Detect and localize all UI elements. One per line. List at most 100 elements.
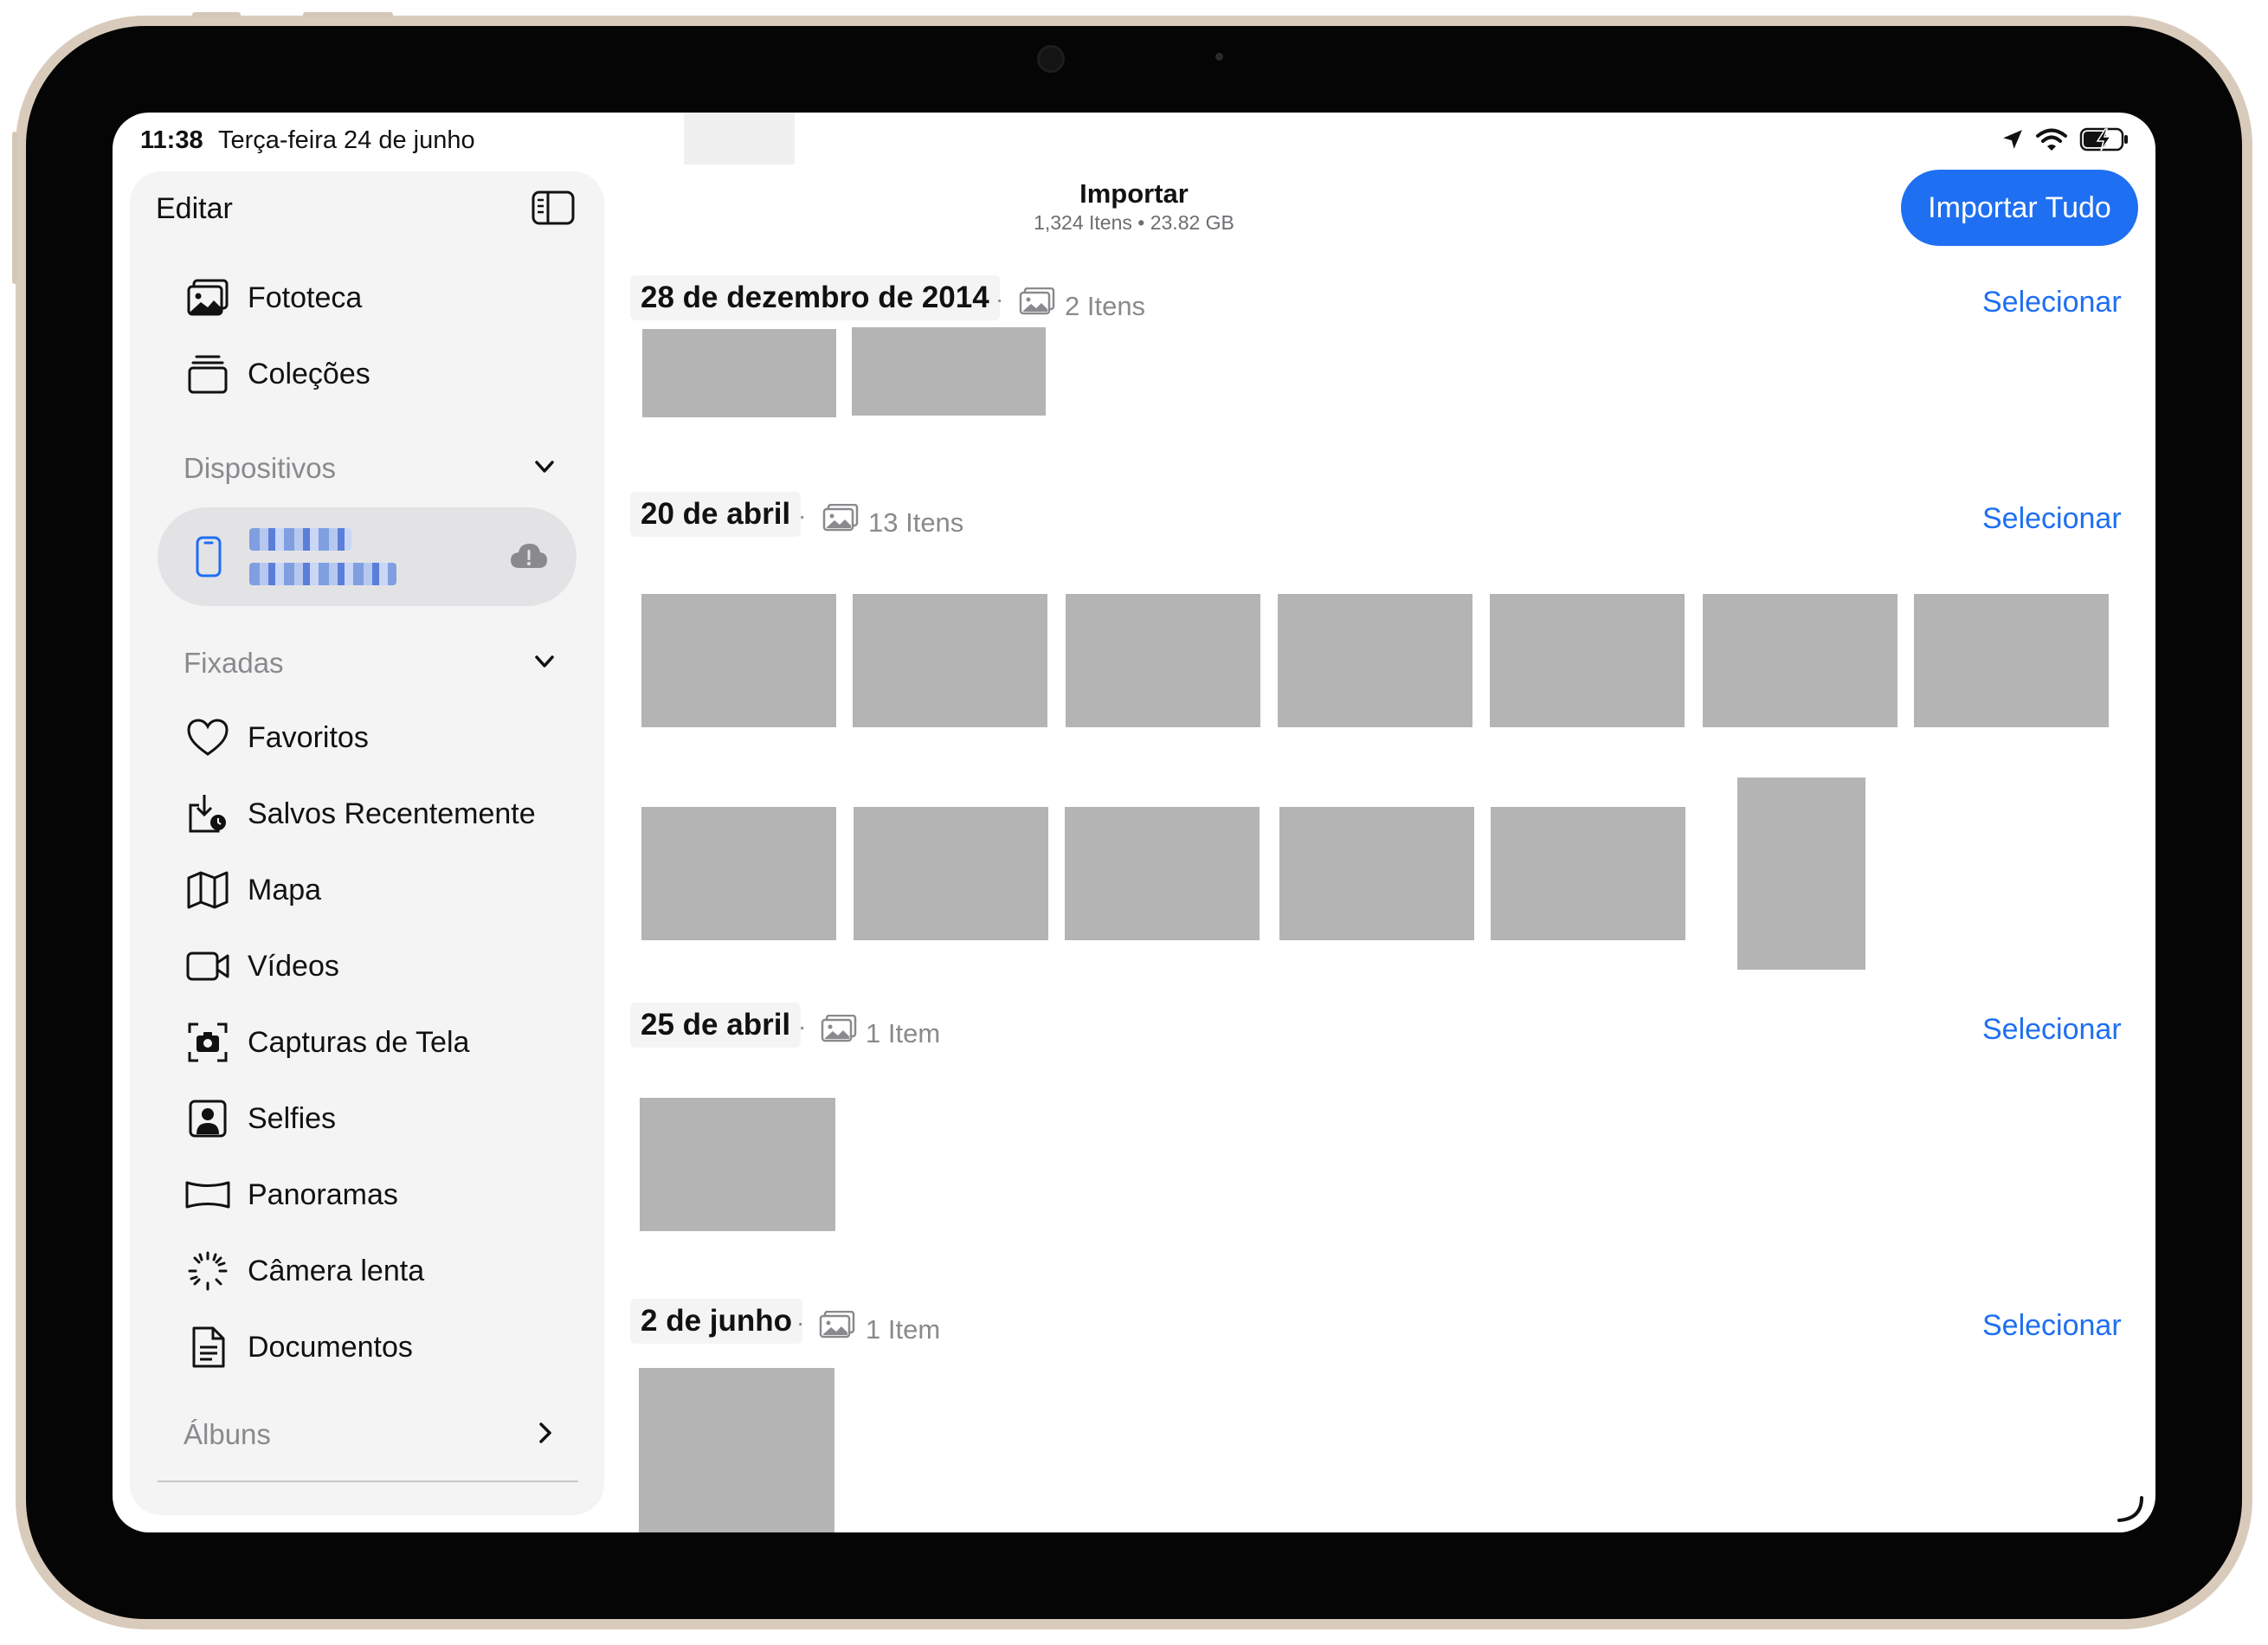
group-date: 20 de abril: [630, 492, 802, 537]
photo-thumbnail[interactable]: [853, 594, 1047, 727]
group-date: 25 de abril: [630, 1003, 802, 1048]
photo-thumbnail[interactable]: [639, 1368, 834, 1532]
select-link[interactable]: Selecionar: [1982, 286, 2122, 319]
sidebar-item-capturas[interactable]: Capturas de Tela: [185, 1015, 469, 1070]
group-separator-dot: ·: [798, 502, 807, 529]
group-item-count: 1 Item: [866, 1018, 941, 1048]
sidebar-item-fototeca[interactable]: Fototeca: [185, 270, 362, 326]
sidebar-item-label: Capturas de Tela: [248, 1025, 470, 1059]
group-date: 2 de junho: [630, 1299, 802, 1344]
top-button: [192, 12, 241, 17]
cloud-alert-icon: [511, 544, 547, 568]
page-subtitle: 1,324 Itens • 23.82 GB: [1034, 211, 1234, 234]
sidebar-item-label: Salvos Recentemente: [248, 797, 536, 830]
group-separator-dot: ·: [796, 1309, 805, 1336]
albums-section-header[interactable]: Álbuns: [184, 1418, 271, 1451]
import-all-button[interactable]: Importar Tudo: [1901, 170, 2138, 246]
status-time: 11:38: [140, 126, 203, 154]
wifi-icon: [2036, 128, 2067, 151]
sidebar-item-label: Vídeos: [248, 949, 339, 983]
group-item-count: 13 Itens: [868, 507, 964, 538]
sidebar-item-device[interactable]: [158, 507, 577, 606]
sidebar: Editar Fototeca Coleções Dispositivos Fi…: [130, 171, 604, 1515]
photo-thumbnail[interactable]: [640, 1098, 835, 1231]
photo-thumbnail[interactable]: [1279, 807, 1474, 940]
photo-stack-icon: [1019, 287, 1055, 315]
front-camera: [1037, 45, 1065, 73]
photo-thumbnail[interactable]: [1737, 777, 1865, 970]
status-date: Terça-feira 24 de junho: [218, 126, 475, 154]
chevron-down-icon[interactable]: [532, 648, 557, 674]
photo-thumbnail[interactable]: [641, 594, 836, 727]
sidebar-item-favoritos[interactable]: Favoritos: [185, 710, 369, 765]
screenshot-icon: [185, 1020, 230, 1065]
sidebar-item-label: Coleções: [248, 357, 370, 390]
page-title: Importar: [1079, 178, 1189, 209]
panorama-icon: [185, 1172, 230, 1217]
photo-thumbnail[interactable]: [1065, 807, 1260, 940]
photo-thumbnail[interactable]: [852, 327, 1046, 416]
photo-stack-icon: [822, 504, 859, 532]
selfie-icon: [185, 1096, 230, 1141]
battery-charging-icon: [2079, 127, 2128, 152]
sidebar-item-mapa[interactable]: Mapa: [185, 862, 321, 918]
top-button: [303, 12, 393, 17]
sidebar-item-label: Documentos: [248, 1330, 413, 1364]
photo-library-icon: [185, 275, 230, 320]
sidebar-item-label: Mapa: [248, 873, 322, 906]
select-link[interactable]: Selecionar: [1982, 1013, 2122, 1047]
sidebar-item-label: Favoritos: [248, 720, 369, 754]
photo-thumbnail[interactable]: [1491, 807, 1685, 940]
status-indicators: [2001, 125, 2129, 154]
device-name-redacted: [249, 563, 396, 585]
sidebar-item-label: Selfies: [248, 1101, 337, 1135]
photo-thumbnail[interactable]: [1914, 594, 2109, 727]
sidebar-item-label: Câmera lenta: [248, 1254, 425, 1287]
select-link[interactable]: Selecionar: [1982, 1309, 2122, 1343]
sidebar-item-panoramas[interactable]: Panoramas: [185, 1167, 398, 1222]
photo-stack-icon: [819, 1311, 855, 1339]
chevron-down-icon[interactable]: [532, 454, 557, 480]
photo-stack-icon: [821, 1015, 857, 1042]
photo-thumbnail[interactable]: [1278, 594, 1472, 727]
resize-handle-icon[interactable]: [2116, 1494, 2145, 1524]
recently-saved-icon: [185, 791, 230, 836]
group-date: 28 de dezembro de 2014: [630, 275, 1000, 320]
sidebar-item-salvos[interactable]: Salvos Recentemente: [185, 786, 536, 842]
chevron-right-icon[interactable]: [532, 1420, 557, 1446]
photo-thumbnail[interactable]: [1490, 594, 1685, 727]
photo-thumbnail[interactable]: [1066, 594, 1260, 727]
photo-thumbnail[interactable]: [854, 807, 1048, 940]
sidebar-item-camera-lenta[interactable]: Câmera lenta: [185, 1243, 424, 1299]
sidebar-item-documentos[interactable]: Documentos: [185, 1319, 413, 1375]
select-link[interactable]: Selecionar: [1982, 502, 2122, 536]
photo-thumbnail[interactable]: [642, 329, 836, 417]
pinned-section-header[interactable]: Fixadas: [184, 647, 284, 680]
sidebar-item-label: Panoramas: [248, 1177, 398, 1211]
slow-motion-icon: [185, 1248, 230, 1293]
side-button: [12, 132, 17, 284]
photo-thumbnail[interactable]: [641, 807, 836, 940]
sidebar-item-label: Fototeca: [248, 281, 363, 314]
heart-icon: [185, 715, 230, 760]
location-arrow-icon: [2003, 130, 2022, 149]
devices-section-header[interactable]: Dispositivos: [184, 452, 336, 485]
group-separator-dot: ·: [995, 286, 1004, 313]
photo-thumbnail[interactable]: [1703, 594, 1898, 727]
group-separator-dot: ·: [798, 1013, 807, 1040]
document-icon: [185, 1325, 230, 1370]
map-icon: [185, 868, 230, 913]
group-item-count: 1 Item: [866, 1314, 941, 1345]
group-item-count: 2 Itens: [1065, 291, 1146, 321]
video-icon: [185, 944, 230, 989]
sidebar-item-videos[interactable]: Vídeos: [185, 939, 339, 994]
iphone-icon: [196, 536, 222, 577]
sidebar-item-selfies[interactable]: Selfies: [185, 1091, 336, 1146]
sidebar-item-colecoes[interactable]: Coleções: [185, 346, 370, 402]
screen: 11:38 Terça-feira 24 de junho Editar Fot…: [113, 113, 2155, 1532]
status-bar-overlay: [684, 113, 795, 164]
collections-icon: [185, 352, 230, 397]
ambient-sensor: [1215, 53, 1223, 61]
sidebar-divider: [158, 1480, 578, 1482]
device-name-redacted: [249, 528, 351, 551]
